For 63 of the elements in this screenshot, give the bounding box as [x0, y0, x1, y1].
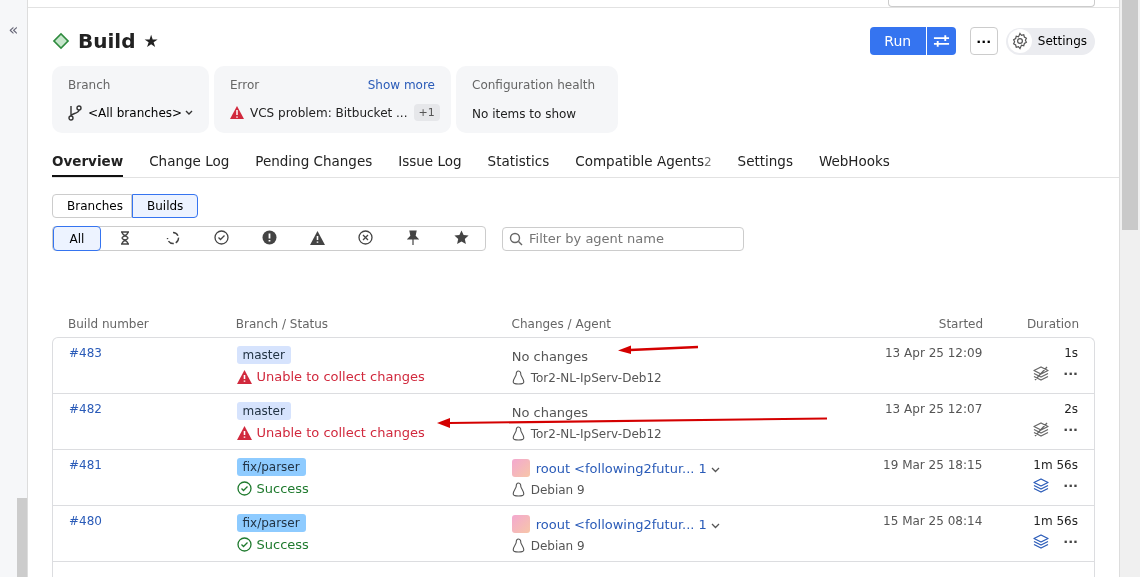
column-header: Branch / Status	[235, 317, 330, 333]
started-time: 19 Mar 25 18:15	[883, 458, 983, 472]
branch-tag[interactable]: fix/parser	[236, 514, 306, 532]
build-status-link[interactable]: Unable to collect changes	[256, 369, 425, 384]
tab[interactable]: Pending Changes	[255, 153, 373, 177]
build-number-link[interactable]: #481	[69, 458, 237, 472]
collapse-icon[interactable]: «	[8, 22, 19, 38]
more-icon[interactable]: ···	[1063, 534, 1078, 549]
duration-text: 1s	[1064, 346, 1078, 360]
card-value: No items to show	[472, 107, 577, 121]
build-number-link[interactable]: #482	[69, 402, 237, 416]
error-text: VCS problem: Bitbucket ...	[250, 105, 408, 120]
column-header: Started	[937, 317, 984, 333]
agent-link[interactable]: Debian 9	[530, 538, 585, 553]
star-icon[interactable]: ★	[143, 31, 159, 51]
started-time: 13 Apr 25 12:09	[884, 346, 983, 360]
column-header: Duration	[1025, 317, 1080, 333]
branch-tag[interactable]: fix/parser	[236, 458, 306, 476]
changes-link[interactable]: roout <following2futur... 1	[535, 460, 720, 476]
duration-text: 1m 56s	[1033, 458, 1078, 472]
more-button[interactable]: ···	[969, 27, 998, 55]
tab[interactable]: Settings	[737, 153, 793, 177]
agent-link[interactable]: Debian 9	[530, 482, 585, 497]
started-time: 15 Mar 25 08:14	[883, 514, 983, 528]
tab[interactable]: Change Log	[149, 153, 230, 177]
run-button[interactable]: Run	[869, 27, 926, 55]
more-icon[interactable]: ···	[1063, 366, 1078, 381]
more-icon[interactable]: ···	[1063, 422, 1078, 437]
show-more-link[interactable]: Show more	[367, 78, 435, 92]
column-header: Build number	[67, 317, 150, 333]
column-header: Changes / Agent	[511, 317, 612, 333]
changes-text: No changes	[511, 348, 589, 364]
agent-filter-field[interactable]: Filter by agent name	[502, 226, 744, 251]
branch-tag[interactable]: master	[236, 402, 291, 420]
agent-link[interactable]: Tor2-NL-IpServ-Deb12	[530, 370, 662, 385]
started-time: 13 Apr 25 12:07	[884, 402, 983, 416]
changes-text: No changes	[511, 404, 589, 420]
branch-dropdown[interactable]: <All branches>	[88, 106, 194, 120]
more-icon[interactable]: ···	[1063, 478, 1078, 493]
tab[interactable]: WebHooks	[818, 153, 890, 177]
build-status-link[interactable]: Success	[256, 537, 309, 552]
duration-text: 1m 56s	[1033, 514, 1078, 528]
tab[interactable]: Overview	[52, 153, 124, 177]
card-label: Configuration health	[472, 78, 596, 92]
view-toggle-button[interactable]: Builds	[132, 194, 199, 218]
all-filter-button[interactable]: All	[53, 226, 101, 251]
tab[interactable]: Issue Log	[398, 153, 462, 177]
duration-text: 2s	[1064, 402, 1078, 416]
branch-tag[interactable]: master	[236, 346, 291, 364]
changes-link[interactable]: roout <following2futur... 1	[535, 516, 720, 532]
view-toggle-button[interactable]: Branches	[52, 194, 132, 218]
build-number-link[interactable]: #480	[69, 514, 237, 528]
agent-link[interactable]: Tor2-NL-IpServ-Deb12	[530, 426, 662, 441]
build-status-link[interactable]: Success	[256, 481, 309, 496]
build-status-link[interactable]: Unable to collect changes	[256, 425, 425, 440]
count-badge[interactable]: +1	[413, 104, 440, 121]
card-label: Branch	[68, 78, 111, 92]
tab[interactable]: Statistics	[487, 153, 550, 177]
build-number-link[interactable]: #483	[69, 346, 237, 360]
page-title: Build	[78, 29, 136, 53]
card-label: Error	[230, 78, 260, 92]
settings-button[interactable]: Settings	[1005, 27, 1095, 55]
tab[interactable]: Compatible Agents2	[575, 153, 712, 177]
